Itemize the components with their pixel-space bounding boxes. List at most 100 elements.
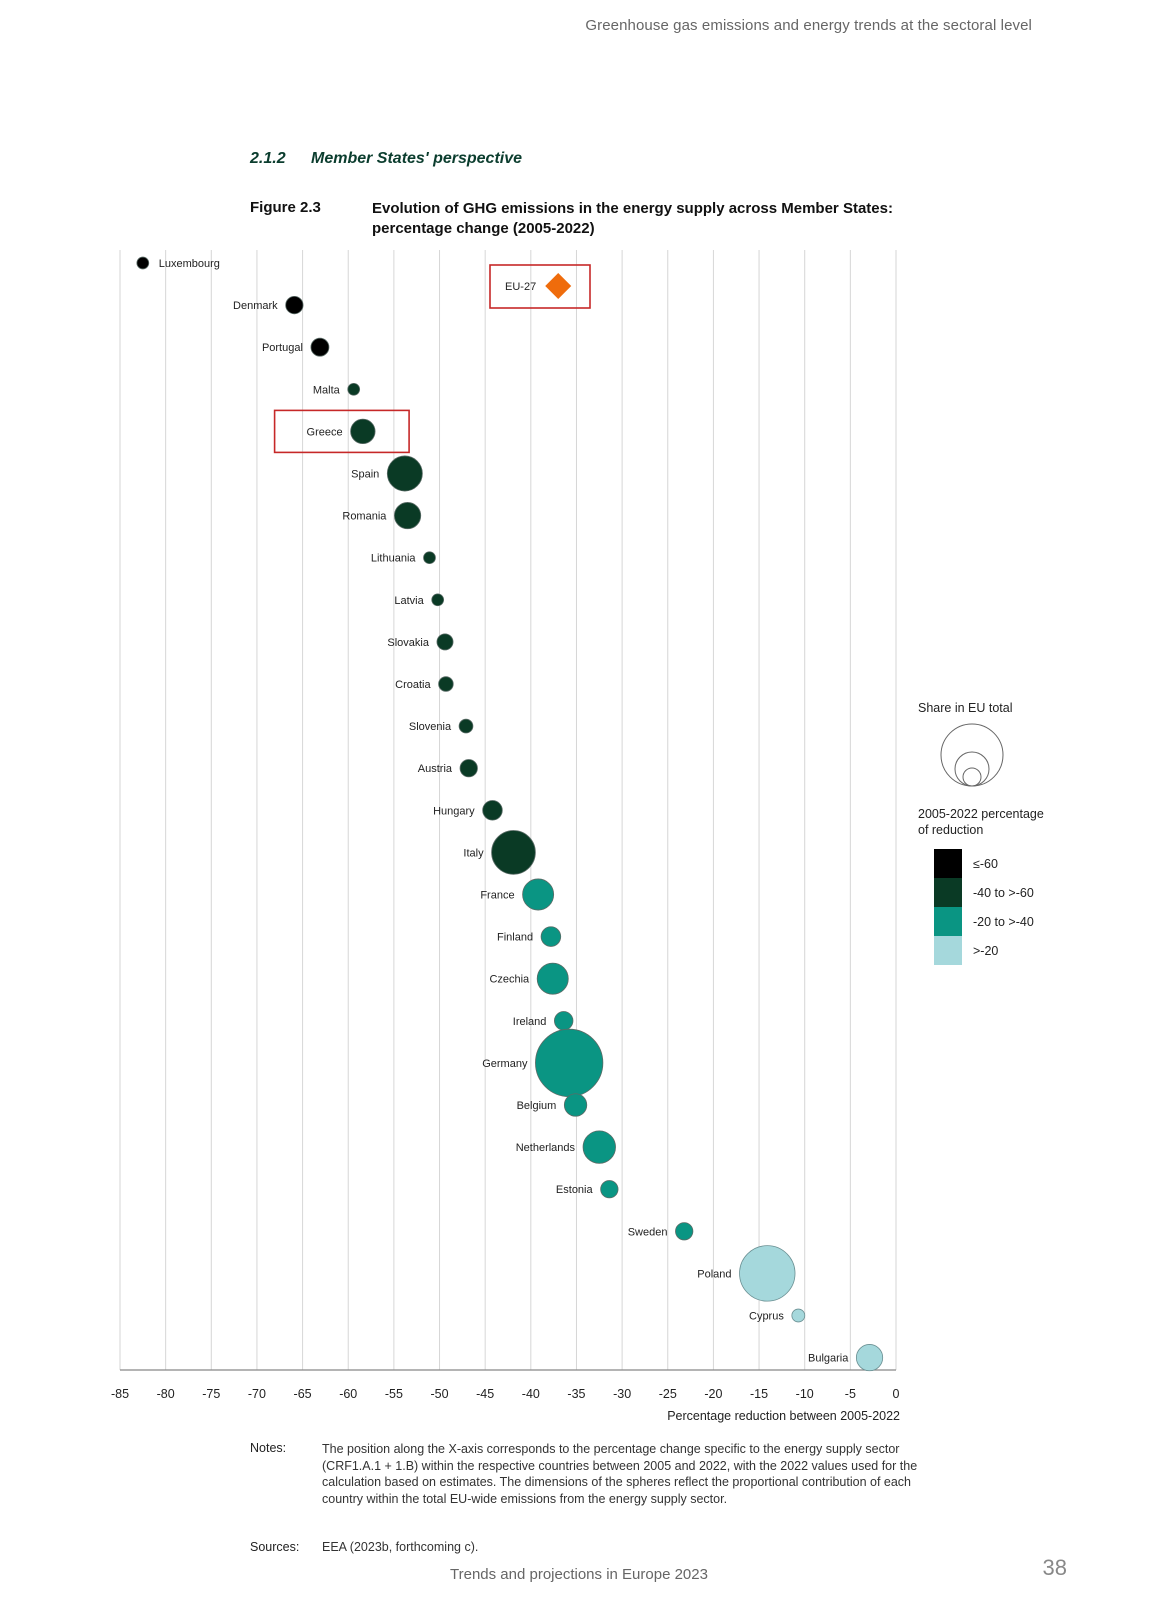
bubble-mark [458, 718, 474, 734]
data-point-france[interactable]: France [480, 878, 555, 911]
data-point-finland[interactable]: Finland [497, 926, 562, 947]
data-point-austria[interactable]: Austria [418, 759, 478, 778]
data-point-denmark[interactable]: Denmark [233, 295, 304, 315]
bubble-mark [675, 1222, 694, 1241]
x-tick-label: -60 [339, 1387, 357, 1401]
bubble-mark [582, 1130, 616, 1164]
bubble-mark [285, 295, 304, 315]
bubble-mark [347, 382, 361, 396]
data-point-slovakia[interactable]: Slovakia [387, 633, 454, 651]
data-point-ireland[interactable]: Ireland [513, 1011, 574, 1031]
data-point-estonia[interactable]: Estonia [556, 1180, 619, 1199]
x-tick-label: -25 [659, 1387, 677, 1401]
data-point-czechia[interactable]: Czechia [489, 962, 569, 995]
x-axis-title: Percentage reduction between 2005-2022 [667, 1409, 900, 1423]
data-label: Croatia [395, 679, 431, 691]
bubble-mark [423, 551, 436, 565]
data-point-cyprus[interactable]: Cyprus [749, 1308, 806, 1323]
data-label: Denmark [233, 300, 278, 312]
footer-publication: Trends and projections in Europe 2023 [450, 1566, 708, 1583]
bubble-mark [554, 1011, 574, 1031]
data-label: Spain [351, 469, 379, 481]
x-tick-label: -80 [157, 1387, 175, 1401]
data-label: Portugal [262, 342, 303, 354]
data-point-italy[interactable]: Italy [463, 830, 536, 875]
legend-label: -40 to >-60 [973, 886, 1034, 900]
x-tick-label: 0 [893, 1387, 900, 1401]
legend-size-circle [940, 723, 1004, 787]
data-label: Lithuania [371, 553, 417, 565]
data-point-luxembourg[interactable]: Luxembourg [136, 256, 220, 270]
x-axis: -85 -80 -75 -70 -65 -60 -55 -50 -45 -40 -35 -30 -25-… [111, 1369, 900, 1423]
data-label: Estonia [556, 1184, 594, 1196]
sources-label: Sources: [250, 1540, 300, 1554]
legend-swatch [934, 936, 962, 965]
data-point-eu-27[interactable]: EU-27 [489, 264, 591, 309]
legend-label: >-20 [973, 944, 998, 958]
data-point-germany[interactable]: Germany [482, 1028, 604, 1098]
bubble-mark [310, 337, 330, 357]
legend-color-title: of reduction [918, 823, 983, 837]
data-label: Czechia [489, 974, 530, 986]
x-tick-label: -75 [202, 1387, 220, 1401]
data-point-slovenia[interactable]: Slovenia [409, 718, 474, 734]
bubble-mark [536, 962, 569, 995]
bubble-mark [350, 418, 376, 445]
x-tick-label: -45 [476, 1387, 494, 1401]
data-label: Italy [463, 847, 484, 859]
data-label: Germany [482, 1058, 528, 1070]
data-point-poland[interactable]: Poland [697, 1245, 796, 1302]
legend-swatch [934, 878, 962, 907]
data-point-belgium[interactable]: Belgium [517, 1093, 588, 1117]
bubble-mark [482, 800, 503, 821]
data-label: Sweden [628, 1226, 668, 1238]
bubble-mark [491, 830, 536, 875]
data-label: Ireland [513, 1016, 547, 1028]
x-tick-label: -10 [796, 1387, 814, 1401]
x-tick-label: -15 [750, 1387, 768, 1401]
bubble-mark [739, 1245, 796, 1302]
x-tick-label: -20 [704, 1387, 722, 1401]
data-point-portugal[interactable]: Portugal [262, 337, 330, 357]
data-point-bulgaria[interactable]: Bulgaria [808, 1344, 884, 1372]
data-label: Poland [697, 1268, 731, 1280]
page-number: 38 [1042, 1555, 1067, 1580]
bubble-chart: -85 -80 -75 -70 -65 -60 -55 -50 -45 -40 -35 -30 -25-… [111, 250, 1044, 1423]
legend-label: ≤-60 [973, 857, 998, 871]
data-label: Netherlands [516, 1142, 576, 1154]
data-label: Finland [497, 932, 533, 944]
data-point-lithuania[interactable]: Lithuania [371, 551, 436, 565]
bubble-mark [535, 1028, 604, 1098]
bubble-mark [791, 1308, 806, 1323]
data-point-romania[interactable]: Romania [342, 502, 422, 530]
data-point-spain[interactable]: Spain [351, 455, 423, 492]
notes-text: The position along the X-axis correspond… [322, 1442, 918, 1506]
data-label: EU-27 [505, 281, 536, 293]
data-point-sweden[interactable]: Sweden [628, 1222, 694, 1241]
bubble-mark [855, 1344, 884, 1372]
data-point-greece[interactable]: Greece [273, 409, 410, 454]
data-point-malta[interactable]: Malta [313, 382, 361, 396]
bubble-mark [436, 633, 454, 651]
bubble-mark [136, 256, 150, 270]
x-tick-label: -30 [613, 1387, 631, 1401]
bubble-mark [431, 593, 445, 607]
data-label: Malta [313, 384, 341, 396]
data-point-hungary[interactable]: Hungary [433, 800, 503, 821]
data-label: Cyprus [749, 1311, 784, 1323]
x-tick-label: -85 [111, 1387, 129, 1401]
data-label: France [480, 890, 514, 902]
x-tick-label: -50 [430, 1387, 448, 1401]
legend-size-circle [962, 767, 982, 787]
data-label: Austria [418, 763, 453, 775]
bubble-series: Luxembourg Denmark Portugal Malta Greece Spai… [136, 256, 884, 1372]
data-label: Romania [342, 511, 387, 523]
data-label: Latvia [394, 595, 424, 607]
data-label: Hungary [433, 805, 475, 817]
bubble-mark [522, 878, 555, 911]
diamond-mark [545, 273, 572, 299]
bubble-mark [386, 455, 423, 492]
data-point-latvia[interactable]: Latvia [394, 593, 445, 607]
legend: Share in EU total 2005-2022 percentage of … [918, 701, 1044, 965]
data-point-croatia[interactable]: Croatia [395, 676, 454, 692]
